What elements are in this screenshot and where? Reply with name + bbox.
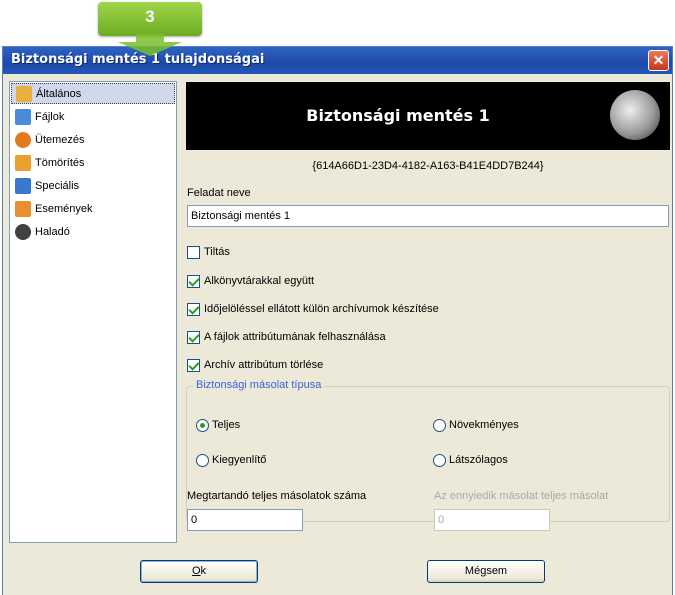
radio-label: Teljes [212,419,241,431]
checkbox-label: Alkönyvtárakkal együtt [204,275,315,287]
sidebar-item-label: Haladó [35,225,70,238]
nth-full-label: Az ennyiedik másolat teljes másolat [434,490,609,502]
radio-label: Növekményes [449,419,519,431]
advanced-icon [15,223,31,240]
radio-button[interactable] [433,418,446,432]
checkbox-label: Archív attribútum törlése [204,359,324,371]
sidebar-item-schedule[interactable]: Ütemezés [11,129,175,150]
radio-button[interactable] [433,453,446,467]
dummy-radio[interactable]: Látszólagos [433,452,508,468]
keep-full-label: Megtartandó teljes másolatok száma [187,490,367,502]
special-icon [15,177,31,194]
ok-hotkey: O [191,565,201,577]
header-banner: Biztonsági mentés 1 [186,82,670,150]
radio-button[interactable] [196,418,209,432]
sidebar-item-files[interactable]: Fájlok [11,106,175,127]
radio-button[interactable] [196,453,209,467]
keep-full-input[interactable]: 0 [187,509,303,531]
task-name-label: Feladat neve [187,187,251,199]
sidebar-item-label: Fájlok [35,110,65,123]
general-icon [16,85,32,102]
checkbox-box[interactable] [187,245,200,259]
subdirs-checkbox[interactable]: Alkönyvtárakkal együtt [187,273,314,289]
close-button[interactable]: ✕ [648,50,669,71]
sidebar-item-advanced[interactable]: Haladó [11,221,175,242]
sidebar-item-events[interactable]: Események [11,198,175,219]
moon-image [610,90,660,140]
differential-radio[interactable]: Kiegyenlítő [196,452,266,468]
sidebar-item-compression[interactable]: Tömörítés [11,152,175,173]
checkbox-label: A fájlok attribútumának felhasználása [204,331,386,343]
radio-label: Kiegyenlítő [212,454,267,466]
cancel-label-rest: sem [486,565,508,577]
incremental-radio[interactable]: Növekményes [433,417,519,433]
sidebar: Általános Fájlok Ütemezés Tömörítés Spec… [9,81,177,543]
events-icon [15,200,31,217]
task-guid: {614A66D1-23D4-4182-A163-B41E4DD7B244} [312,160,544,172]
step-badge: 3 [98,2,202,36]
sidebar-item-label: Általános [36,87,82,100]
radio-label: Látszólagos [449,454,508,466]
sidebar-item-special[interactable]: Speciális [11,175,175,196]
files-icon [15,108,31,125]
ok-label-rest: k [200,565,207,577]
cancel-label-prefix: Mé [464,565,481,577]
properties-window: Biztonsági mentés 1 tulajdonságai ✕ Álta… [2,46,673,595]
banner-title: Biztonsági mentés 1 [306,106,490,125]
schedule-icon [15,131,31,148]
use-attribute-checkbox[interactable]: A fájlok attribútumának felhasználása [187,329,386,345]
sidebar-item-label: Ütemezés [35,133,85,146]
disable-checkbox[interactable]: Tiltás [187,244,230,260]
checkbox-box[interactable] [187,274,200,288]
compression-icon [15,154,31,171]
sidebar-item-label: Speciális [35,179,80,192]
full-radio[interactable]: Teljes [196,417,240,433]
backup-type-title: Biztonsági másolat típusa [193,379,325,391]
step-arrow-icon [118,34,182,56]
sidebar-item-label: Tömörítés [35,156,85,169]
clear-attribute-checkbox[interactable]: Archív attribútum törlése [187,357,323,373]
checkbox-box[interactable] [187,358,200,372]
nth-full-input: 0 [434,509,550,531]
ok-button[interactable]: Ok [140,560,258,583]
checkbox-box[interactable] [187,330,200,344]
task-name-input[interactable]: Biztonsági mentés 1 [187,205,669,227]
sidebar-item-label: Események [35,202,93,215]
timestamped-archives-checkbox[interactable]: Időjelöléssel ellátott külön archívumok … [187,301,439,317]
checkbox-box[interactable] [187,302,200,316]
checkbox-label: Tiltás [204,246,230,258]
checkbox-label: Időjelöléssel ellátott külön archívumok … [204,303,439,315]
sidebar-item-general[interactable]: Általános [11,83,175,104]
title-bar[interactable]: Biztonsági mentés 1 tulajdonságai ✕ [3,47,672,74]
cancel-button[interactable]: Mégsem [427,560,545,583]
